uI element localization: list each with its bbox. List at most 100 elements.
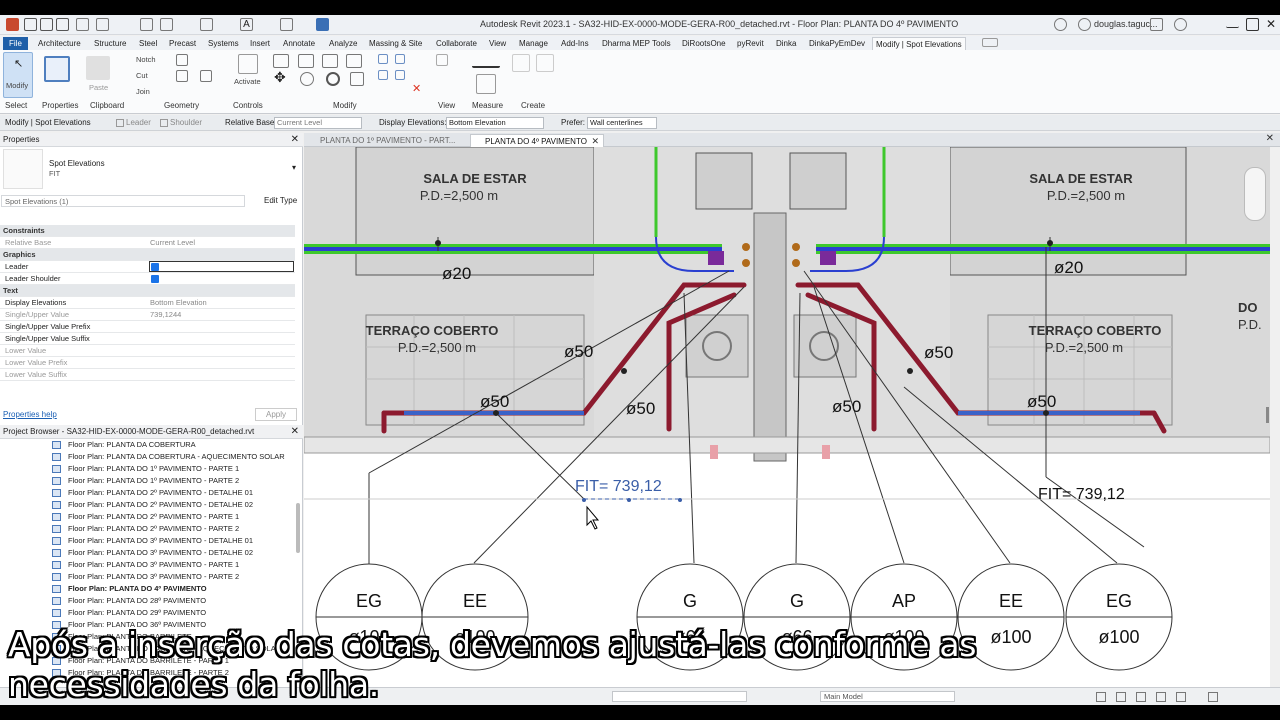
move-icon[interactable]: ✥: [274, 70, 288, 84]
measure-icon[interactable]: [160, 18, 173, 31]
cart-icon[interactable]: [1150, 18, 1163, 31]
user-icon[interactable]: [1078, 18, 1091, 31]
copy-icon[interactable]: [300, 72, 314, 86]
tab-view[interactable]: View: [486, 37, 509, 50]
shoulder-checkbox[interactable]: [160, 119, 168, 127]
property-row[interactable]: Lower Value Prefix: [0, 357, 295, 369]
dimension-measure-icon[interactable]: [476, 74, 496, 94]
property-row[interactable]: Display Elevations Bottom Elevation: [0, 297, 295, 309]
binoculars-icon[interactable]: [1054, 18, 1067, 31]
create-similar-icon[interactable]: [512, 54, 530, 72]
cut-label[interactable]: Cut: [136, 71, 148, 80]
canvas-scrollbar[interactable]: [1266, 407, 1269, 423]
help-icon[interactable]: [1174, 18, 1187, 31]
array-icon[interactable]: [395, 54, 405, 64]
tab-dinka[interactable]: Dinka: [773, 37, 799, 50]
drawing-canvas[interactable]: SALA DE ESTAR P.D.=2,500 m SALA DE ESTAR…: [304, 147, 1270, 687]
close-icon[interactable]: ✕: [1266, 18, 1279, 31]
floor-plan-drawing[interactable]: SALA DE ESTAR P.D.=2,500 m SALA DE ESTAR…: [304, 147, 1270, 687]
property-value[interactable]: Current Level: [150, 237, 195, 248]
tab-systems[interactable]: Systems: [205, 37, 242, 50]
tab-massing-site[interactable]: Massing & Site: [366, 37, 425, 50]
modify-button[interactable]: ↖ Modify: [3, 52, 33, 98]
align-icon[interactable]: [273, 54, 289, 68]
leader-checkbox[interactable]: [116, 119, 124, 127]
text-icon[interactable]: A: [240, 18, 253, 31]
property-row[interactable]: Leader: [0, 261, 295, 273]
property-row[interactable]: Single/Upper Value Suffix: [0, 333, 295, 345]
hide-icon[interactable]: [436, 54, 448, 66]
spot-elevation-2[interactable]: FIT= 739,12: [1038, 486, 1125, 503]
property-row[interactable]: Single/Upper Value 739,1244: [0, 309, 295, 321]
spot-elevation-selected[interactable]: FIT= 739,12: [575, 478, 662, 495]
redo-icon[interactable]: [96, 18, 109, 31]
views-close-icon[interactable]: ✕: [1266, 133, 1274, 144]
switch-windows-icon[interactable]: [316, 18, 329, 31]
revit-logo-icon[interactable]: [6, 18, 19, 31]
tab-annotate[interactable]: Annotate: [280, 37, 318, 50]
tab-modify-spot-elevations[interactable]: Modify | Spot Elevations: [872, 37, 966, 50]
tab-precast[interactable]: Precast: [166, 37, 199, 50]
property-group[interactable]: Constraints: [0, 225, 295, 237]
tab-dinkapyemdev[interactable]: DinkaPyEmDev: [806, 37, 868, 50]
mirror-draw-icon[interactable]: [346, 54, 362, 68]
property-value-focus[interactable]: [149, 261, 294, 272]
property-row[interactable]: Lower Value Suffix: [0, 369, 295, 381]
rotate-icon[interactable]: [326, 72, 340, 86]
delete-icon[interactable]: ✕: [412, 84, 422, 95]
property-group[interactable]: Graphics: [0, 249, 295, 261]
property-row[interactable]: Lower Value: [0, 345, 295, 357]
print-icon[interactable]: [140, 18, 153, 31]
view-tab-1[interactable]: PLANTA DO 1º PAVIMENTO - PART...: [306, 134, 468, 147]
property-row[interactable]: Single/Upper Value Prefix: [0, 321, 295, 333]
properties-help-link[interactable]: Properties help: [3, 410, 57, 419]
offset-icon[interactable]: [298, 54, 314, 68]
browser-scrollbar[interactable]: [296, 503, 300, 553]
property-checkbox[interactable]: [151, 275, 159, 283]
panel-select[interactable]: Select: [5, 101, 27, 110]
tab-dharma-mep-tools[interactable]: Dharma MEP Tools: [599, 37, 674, 50]
property-value[interactable]: 739,1244: [150, 309, 181, 320]
mirror-axis-icon[interactable]: [322, 54, 338, 68]
navigation-bar[interactable]: [1244, 167, 1266, 221]
measure-between-icon[interactable]: [472, 54, 500, 68]
prefer-select[interactable]: Wall centerlines: [587, 117, 657, 129]
join-label[interactable]: Join: [136, 87, 150, 96]
wall-joins-icon[interactable]: [176, 70, 188, 82]
save-icon[interactable]: [40, 18, 53, 31]
properties-button[interactable]: [44, 56, 70, 82]
ribbon-toggle-icon[interactable]: [982, 38, 998, 47]
activate-icon[interactable]: [238, 54, 258, 74]
type-selector-icon[interactable]: ▾: [292, 163, 296, 172]
trim-icon[interactable]: [350, 72, 364, 86]
tab-add-ins[interactable]: Add-Ins: [558, 37, 592, 50]
edit-type-button[interactable]: Edit Type: [250, 195, 297, 207]
tab-analyze[interactable]: Analyze: [326, 37, 360, 50]
property-value[interactable]: Bottom Elevation: [150, 297, 207, 308]
user-name[interactable]: douglas.taguc...: [1094, 19, 1158, 29]
property-group[interactable]: Text: [0, 285, 295, 297]
dimension-icon[interactable]: [200, 18, 213, 31]
sync-icon[interactable]: [56, 18, 69, 31]
undo-icon[interactable]: [76, 18, 89, 31]
tab-structure[interactable]: Structure: [91, 37, 129, 50]
maximize-icon[interactable]: [1246, 18, 1259, 31]
cope-icon[interactable]: [200, 70, 212, 82]
tab-dirootsone[interactable]: DiRootsOne: [679, 37, 729, 50]
display-elevations-select[interactable]: Bottom Elevation: [446, 117, 544, 129]
tab-architecture[interactable]: Architecture: [35, 37, 84, 50]
property-row[interactable]: Relative Base Current Level: [0, 237, 295, 249]
create-group-icon[interactable]: [536, 54, 554, 72]
tab-file[interactable]: File: [3, 37, 28, 50]
paste-icon[interactable]: [86, 56, 110, 80]
notch-label[interactable]: Notch: [136, 55, 156, 64]
browser-close-icon[interactable]: ✕: [291, 425, 299, 439]
apply-button[interactable]: Apply: [255, 408, 298, 421]
tab-insert[interactable]: Insert: [247, 37, 273, 50]
tab-pyrevit[interactable]: pyRevit: [734, 37, 767, 50]
properties-close-icon[interactable]: ✕: [291, 133, 299, 147]
split-icon[interactable]: [378, 54, 388, 64]
property-row[interactable]: Leader Shoulder: [0, 273, 295, 285]
3d-view-icon[interactable]: [280, 18, 293, 31]
open-icon[interactable]: [24, 18, 37, 31]
